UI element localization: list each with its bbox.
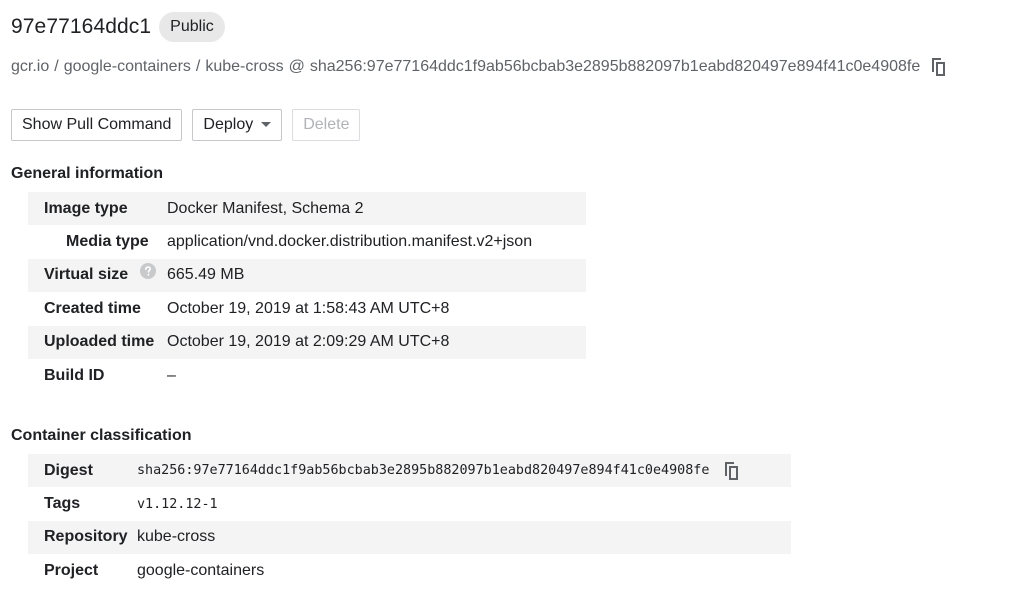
breadcrumb: gcr.io / google-containers / kube-cross … <box>11 56 948 78</box>
visibility-badge: Public <box>159 12 225 42</box>
general-information-table: Image type Docker Manifest, Schema 2 Med… <box>28 192 586 392</box>
copy-icon <box>931 58 945 76</box>
uploaded-time-value: October 19, 2019 at 2:09:29 AM UTC+8 <box>167 325 586 359</box>
container-classification-table: Digest sha256:97e77164ddc1f9ab56bcbab3e2… <box>28 454 791 588</box>
deploy-label: Deploy <box>203 116 254 133</box>
project-value[interactable]: google-containers <box>137 554 791 587</box>
created-time-label: Created time <box>44 299 141 317</box>
general-information-heading: General information <box>11 165 164 182</box>
action-toolbar: Show Pull Command Deploy Delete <box>11 109 361 141</box>
copy-digest-button[interactable] <box>721 460 741 482</box>
project-label: Project <box>44 561 99 579</box>
table-row: Uploaded time October 19, 2019 at 2:09:2… <box>28 325 586 359</box>
breadcrumb-separator: / <box>54 58 59 75</box>
table-row: Project google-containers <box>28 554 791 587</box>
virtual-size-label: Virtual size <box>44 266 129 284</box>
breadcrumb-registry[interactable]: gcr.io <box>11 58 49 76</box>
table-row: Media type application/vnd.docker.distri… <box>28 225 586 258</box>
table-row: Virtual size 665.49 MB <box>28 258 586 293</box>
table-row: Created time October 19, 2019 at 1:58:43… <box>28 292 586 325</box>
virtual-size-value: 665.49 MB <box>167 258 586 293</box>
media-type-value: application/vnd.docker.distribution.mani… <box>167 233 533 251</box>
digest-cell: sha256:97e77164ddc1f9ab56bcbab3e2895b882… <box>137 454 791 488</box>
caret-down-icon <box>261 122 272 128</box>
copy-digest-button[interactable] <box>928 56 948 78</box>
repository-label: Repository <box>28 520 137 555</box>
page-title: 97e77164ddc1 <box>11 15 152 38</box>
uploaded-time-label: Uploaded time <box>28 325 167 359</box>
breadcrumb-at: @ <box>288 58 305 75</box>
table-row: Build ID – <box>28 359 586 392</box>
created-time-value: October 19, 2019 at 1:58:43 AM UTC+8 <box>167 299 450 317</box>
breadcrumb-separator: / <box>195 58 201 75</box>
deploy-button[interactable]: Deploy <box>192 109 283 141</box>
tags-cell: v1.12.12-1 <box>137 487 791 520</box>
image-type-label: Image type <box>28 192 167 226</box>
table-row: Tags v1.12.12-1 <box>28 487 791 520</box>
media-type-label: Media type <box>66 233 149 251</box>
tag-value: v1.12.12-1 <box>137 497 218 513</box>
digest-value: sha256:97e77164ddc1f9ab56bcbab3e2895b882… <box>137 463 710 479</box>
table-row: Image type Docker Manifest, Schema 2 <box>28 192 586 226</box>
repository-value[interactable]: kube-cross <box>137 520 791 555</box>
digest-label: Digest <box>28 454 137 488</box>
page-header: 97e77164ddc1 Public <box>11 12 225 42</box>
breadcrumb-digest: sha256:97e77164ddc1f9ab56bcbab3e2895b882… <box>309 58 921 75</box>
build-id-value: – <box>167 366 176 384</box>
breadcrumb-project[interactable]: google-containers <box>64 58 191 76</box>
container-classification-heading: Container classification <box>11 427 192 444</box>
build-id-label: Build ID <box>44 366 105 384</box>
show-pull-command-button[interactable]: Show Pull Command <box>11 109 183 141</box>
breadcrumb-repository[interactable]: kube-cross <box>205 58 283 76</box>
table-row: Repository kube-cross <box>28 520 791 555</box>
table-row: Digest sha256:97e77164ddc1f9ab56bcbab3e2… <box>28 454 791 488</box>
virtual-size-cell: Virtual size <box>28 258 167 293</box>
delete-button: Delete <box>292 109 361 141</box>
help-icon[interactable] <box>139 263 156 284</box>
tags-label: Tags <box>44 495 81 513</box>
image-type-value: Docker Manifest, Schema 2 <box>167 192 586 226</box>
copy-icon <box>724 461 738 480</box>
